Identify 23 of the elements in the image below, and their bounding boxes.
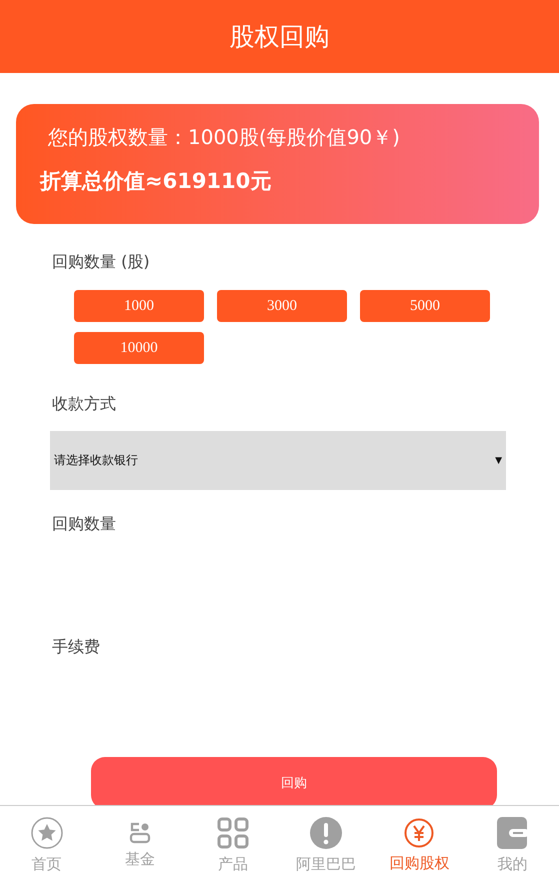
wallet-icon	[497, 817, 528, 849]
tab-item[interactable]: 阿里巴巴	[280, 806, 373, 885]
page-title: 股权回购	[230, 21, 330, 53]
fund-icon	[128, 822, 151, 844]
quantity-option[interactable]: 5000	[360, 290, 490, 322]
quantity-option[interactable]: 10000	[74, 332, 204, 364]
total-value-text: 折算总价值≈619110元	[40, 168, 272, 195]
fee-label: 手续费	[52, 637, 100, 658]
repurchase-amount-label: 回购数量	[52, 514, 116, 535]
grid-icon	[216, 817, 249, 849]
quantity-option[interactable]: 1000	[74, 290, 204, 322]
tab-item[interactable]: 回购股权	[372, 806, 466, 885]
tab-item[interactable]: 首页	[0, 806, 94, 885]
exclamation-icon	[310, 817, 342, 849]
holding-text: 您的股权数量：1000股(每股价值90￥)	[47, 124, 400, 151]
bank-select[interactable]: 请选择收款银行 ▼	[50, 431, 506, 490]
payment-label: 收款方式	[52, 394, 116, 415]
tab-item[interactable]: 我的	[466, 806, 559, 885]
quantity-label: 回购数量 (股)	[52, 252, 150, 273]
yen-icon	[404, 818, 434, 848]
tab-item[interactable]: 产品	[186, 806, 280, 885]
quantity-option[interactable]: 3000	[217, 290, 347, 322]
tab-item[interactable]: 基金	[93, 806, 186, 885]
